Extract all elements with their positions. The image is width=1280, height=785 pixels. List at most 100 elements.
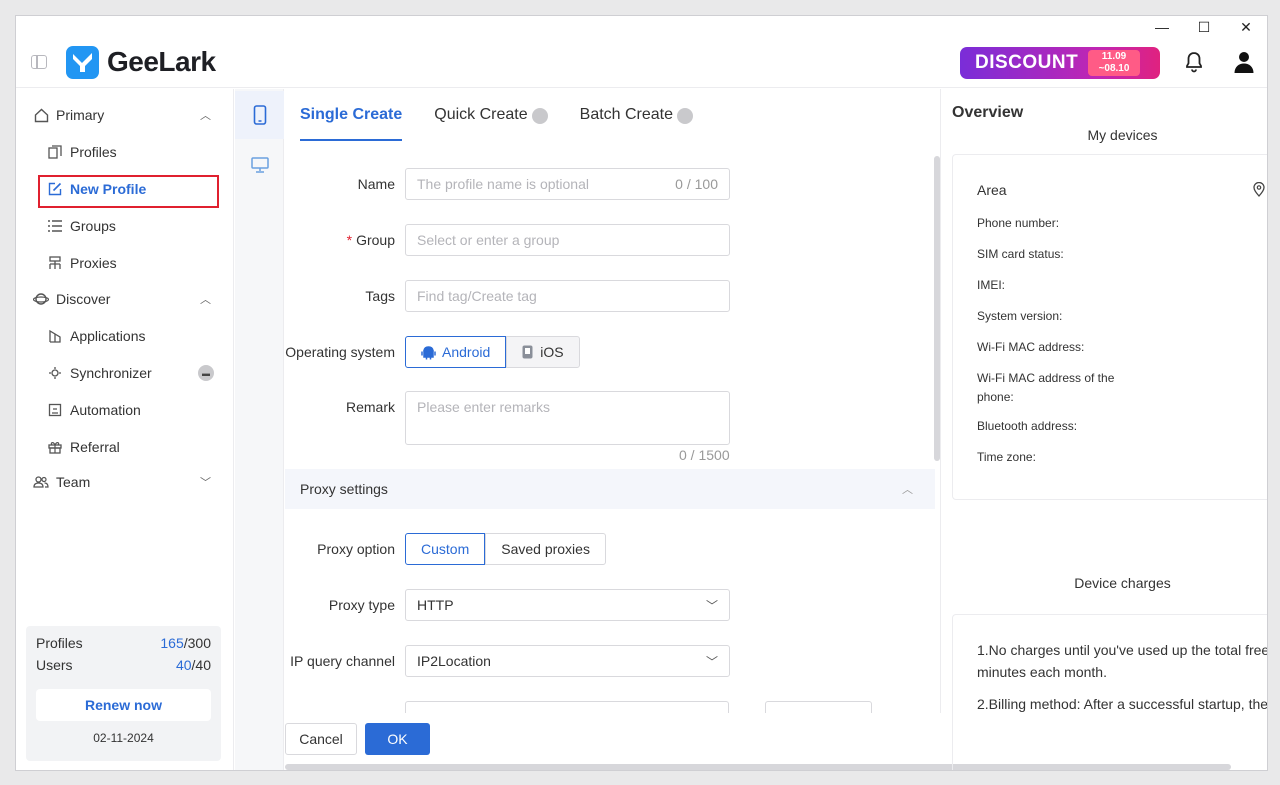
proxy-network-icon xyxy=(47,255,63,271)
tab-batch-create[interactable]: Batch Create xyxy=(579,106,694,141)
sidebar-item-label: Groups xyxy=(70,218,116,234)
tags-label: Tags xyxy=(365,288,395,304)
charges-note-1: 1.No charges until you've used up the to… xyxy=(977,642,1268,680)
sidebar-group-team[interactable]: Team ﹀ xyxy=(16,464,234,500)
proxy-saved-option[interactable]: Saved proxies xyxy=(485,533,606,565)
sidebar-group-label: Team xyxy=(56,474,91,490)
desktop-device-tab[interactable] xyxy=(235,141,284,189)
chevron-up-icon: ︿ xyxy=(200,294,211,306)
group-label: * Group xyxy=(347,232,395,248)
notification-bell-icon[interactable] xyxy=(1182,50,1206,74)
sidebar-toggle-icon[interactable] xyxy=(31,55,47,69)
minimize-button[interactable]: — xyxy=(1141,16,1183,38)
tab-label: Batch Create xyxy=(579,106,674,123)
bluetooth-address-field: Bluetooth address: xyxy=(977,419,1078,433)
user-avatar-icon[interactable] xyxy=(1231,49,1257,75)
app-window: — ☐ ✕ GeeLark DISCOUNT 11.09 ~08.10 Prim… xyxy=(15,15,1268,771)
tab-quick-create[interactable]: Quick Create xyxy=(434,106,548,141)
tags-input[interactable]: Find tag/Create tag xyxy=(405,280,730,312)
team-icon xyxy=(33,474,49,490)
tab-single-create[interactable]: Single Create xyxy=(300,106,403,141)
create-profile-form: Single Create Quick Create Batch Create … xyxy=(285,89,941,713)
discount-date-start: 11.09 xyxy=(1101,51,1127,62)
phone-icon xyxy=(253,105,266,125)
os-label: Operating system xyxy=(285,344,395,360)
sidebar-item-label: Profiles xyxy=(70,144,117,160)
ok-button[interactable]: OK xyxy=(365,723,430,755)
os-android-option[interactable]: Android xyxy=(405,336,507,368)
discount-banner[interactable]: DISCOUNT 11.09 ~08.10 xyxy=(960,47,1160,79)
plan-expiry-date: 02-11-2024 xyxy=(93,731,154,745)
phone-number-field: Phone number: xyxy=(977,216,1060,230)
name-input[interactable]: The profile name is optional 0 / 100 xyxy=(405,168,730,200)
sidebar-group-primary[interactable]: Primary ︿ xyxy=(16,97,234,133)
proxy-type-label: Proxy type xyxy=(328,597,395,613)
imei-field: IMEI: xyxy=(977,278,1006,292)
planet-icon xyxy=(33,291,49,307)
time-zone-field: Time zone: xyxy=(977,450,1036,464)
home-icon xyxy=(33,107,49,123)
proxy-option-selector: Custom Saved proxies xyxy=(405,533,606,565)
device-type-switcher xyxy=(235,89,284,770)
group-input[interactable]: Select or enter a group xyxy=(405,224,730,256)
chevron-down-icon: ﹀ xyxy=(200,477,211,489)
sidebar-item-profiles[interactable]: Profiles xyxy=(16,134,234,170)
profiles-stat-label: Profiles xyxy=(36,635,83,651)
proxy-custom-option[interactable]: Custom xyxy=(405,533,486,565)
edit-icon xyxy=(47,181,63,197)
name-placeholder: The profile name is optional xyxy=(417,176,589,192)
overview-panel: Overview My devices Area Phone number: S… xyxy=(942,89,1268,770)
remark-label: Remark xyxy=(345,399,395,415)
sidebar-item-new-profile[interactable]: New Profile xyxy=(16,171,234,207)
ip-channel-select[interactable]: IP2Location ﹀ xyxy=(405,645,730,677)
proxy-type-value: HTTP xyxy=(417,597,454,613)
maximize-button[interactable]: ☐ xyxy=(1183,16,1225,38)
proxy-type-row: Proxy type HTTP ﹀ xyxy=(285,589,935,623)
os-ios-option[interactable]: iOS xyxy=(506,336,580,368)
remark-counter: 0 / 1500 xyxy=(679,447,730,463)
sidebar-item-groups[interactable]: Groups xyxy=(16,208,234,244)
proxy-settings-section[interactable]: Proxy settings ︿ xyxy=(285,469,935,509)
required-mark: * xyxy=(346,232,353,248)
location-pin-icon[interactable] xyxy=(1253,181,1265,202)
plan-stats-panel: Profiles 165/300 Users 40/40 Renew now 0… xyxy=(26,626,221,761)
sidebar-group-label: Primary xyxy=(56,107,105,123)
proxy-option-row: Proxy option Custom Saved proxies xyxy=(285,533,935,567)
sidebar-item-label: Automation xyxy=(70,402,141,418)
partial-input-row[interactable] xyxy=(405,701,729,713)
vertical-scrollbar[interactable] xyxy=(934,156,940,461)
beta-badge-icon xyxy=(531,108,548,124)
window-controls: — ☐ ✕ xyxy=(1141,16,1267,38)
name-label: Name xyxy=(357,176,395,192)
device-charges-heading: Device charges xyxy=(1074,575,1171,591)
cancel-button[interactable]: Cancel xyxy=(285,723,357,755)
proxy-type-select[interactable]: HTTP ﹀ xyxy=(405,589,730,621)
chevron-up-icon: ︿ xyxy=(200,110,211,122)
gift-icon xyxy=(47,439,63,455)
sidebar-item-proxies[interactable]: Proxies xyxy=(16,245,234,281)
profiles-total: /300 xyxy=(183,635,211,651)
android-icon xyxy=(421,345,436,359)
partial-check-button[interactable] xyxy=(765,701,872,713)
remark-textarea[interactable]: Please enter remarks xyxy=(405,391,730,445)
sidebar-item-automation[interactable]: Automation xyxy=(16,392,234,428)
users-stat: Users 40/40 xyxy=(36,657,211,677)
create-mode-tabs: Single Create Quick Create Batch Create xyxy=(300,106,725,142)
renew-now-button[interactable]: Renew now xyxy=(36,689,211,721)
ios-device-icon xyxy=(522,345,533,359)
app-header: GeeLark DISCOUNT 11.09 ~08.10 xyxy=(16,38,1267,88)
os-selector: Android iOS xyxy=(405,336,580,368)
sidebar-item-applications[interactable]: Applications xyxy=(16,318,234,354)
phone-device-tab[interactable] xyxy=(235,91,284,139)
sidebar-item-referral[interactable]: Referral xyxy=(16,429,234,465)
close-button[interactable]: ✕ xyxy=(1225,16,1267,38)
beta-badge-icon xyxy=(677,108,694,124)
users-total: /40 xyxy=(191,657,211,673)
sim-status-field: SIM card status: xyxy=(977,247,1064,261)
discount-dates: 11.09 ~08.10 xyxy=(1088,50,1140,76)
wifi-mac-field: Wi-Fi MAC address: xyxy=(977,340,1085,354)
sidebar-group-discover[interactable]: Discover ︿ xyxy=(16,281,234,317)
sidebar-item-synchronizer[interactable]: Synchronizer ▬ xyxy=(16,355,234,391)
ip-channel-row: IP query channel IP2Location ﹀ xyxy=(285,645,935,679)
profiles-used: 165 xyxy=(160,635,184,651)
